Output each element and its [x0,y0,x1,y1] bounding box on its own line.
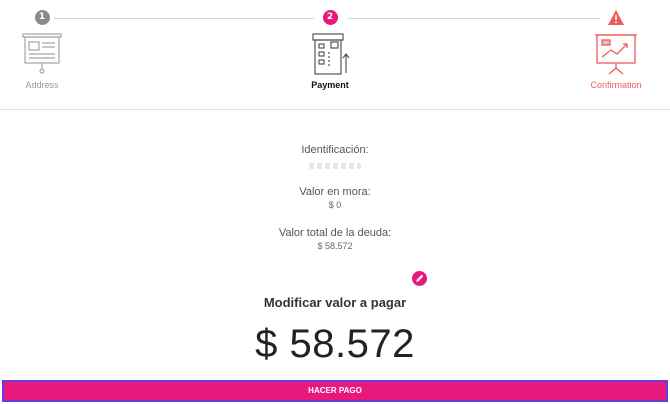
step-address[interactable]: 1 Address [0,10,92,90]
total-debt-label: Valor total de la deuda: [278,227,392,239]
checkout-stepper: 1 Address 2 Payment Confirmation [0,0,670,110]
edit-amount-button[interactable] [412,271,427,286]
card-payment-icon [312,33,350,75]
step-label: Confirmation [590,80,642,90]
mora-block: Valor en mora: $ 0 [0,186,670,210]
step-number-badge: 2 [322,10,338,25]
id-label: Identificación: [301,144,369,156]
pencil-icon [416,274,424,282]
payment-amount: $ 58.572 [255,322,415,366]
make-payment-button[interactable]: HACER PAGO [2,380,668,402]
step-label: Address [25,80,59,90]
step-number-badge: 1 [34,10,50,25]
chart-presentation-icon [595,34,637,75]
mora-label: Valor en mora: [299,186,371,198]
stepper-connector [54,18,314,19]
warning-icon [608,10,624,25]
step-payment[interactable]: 2 Payment [280,10,380,90]
masked-id-value [309,163,361,169]
presentation-board-icon [22,33,62,74]
stepper-connector [348,18,600,19]
step-confirmation[interactable]: Confirmation [566,10,666,90]
total-debt-value: $ 58.572 [317,241,353,251]
mora-value: $ 0 [328,200,342,210]
modify-amount-title: Modificar valor a pagar [263,295,407,310]
total-debt-block: Valor total de la deuda: $ 58.572 [0,227,670,251]
id-block: Identificación: [0,144,670,174]
step-label: Payment [311,80,349,90]
